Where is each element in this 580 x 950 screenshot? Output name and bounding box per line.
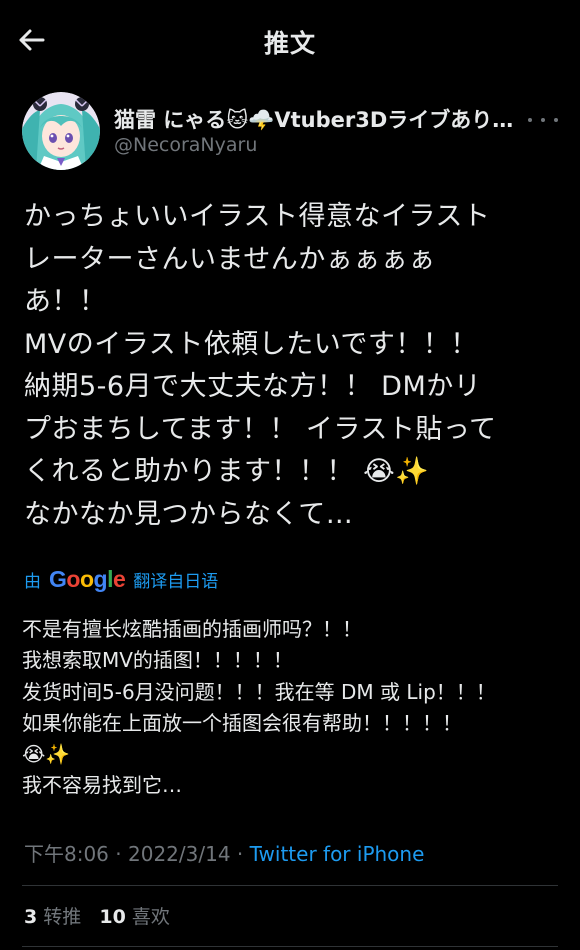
top-bar: 推文 [0,0,580,80]
page-title: 推文 [263,29,316,58]
meta-separator: · [236,842,244,866]
more-options-button[interactable] [528,110,558,130]
translated-line: 😭✨ [22,742,71,767]
translated-line: 如果你能在上面放一个插图会很有帮助！！！！！ [22,710,462,735]
retweets-stat[interactable]: 3 转推 [24,906,81,928]
tweet-line: なかなか見つからなくて… [24,498,354,530]
avatar-image [22,92,100,170]
translate-suffix: 翻译自日语 [133,572,219,592]
meta-separator: · [115,842,122,866]
translated-text: 不是有擅长炫酷插画的插画师吗？！！ 我想索取MV的插图！！！！！ 发货时间5-6… [22,614,562,802]
user-handle[interactable]: @NecoraNyaru [114,134,257,156]
display-name[interactable]: 猫雷 にゃる🐱🌩️Vtuber3Dライブあり… [114,104,526,134]
display-name-text: 猫雷 にゃる [114,108,227,132]
tweet-meta: 下午8:06 · 2022/3/14 · Twitter for iPhone [24,838,424,867]
google-letter: e [112,566,126,592]
translated-line: 发货时间5-6月没问题！！！我在等 DM 或 Lip！！！ [22,679,496,704]
tweet-line: MVのイラスト依頼したいです！！！ [24,328,478,360]
tweet-author: 猫雷 にゃる🐱🌩️Vtuber3Dライブあり… @NecoraNyaru [22,92,562,172]
google-letter: o [79,566,94,592]
divider [22,885,558,886]
tweet-stats: 3 转推 10 喜欢 [24,902,170,929]
google-letter: g [93,566,108,592]
retweets-label: 转推 [43,906,82,928]
google-logo: Google [49,566,126,593]
divider [22,946,558,947]
tweet-line: あ！！ [24,286,107,317]
tweet-line: プおまちしてます！！ イラスト貼って [24,413,497,445]
tweet-line: 納期5-6月で大丈夫な方！！ DMかリ [24,371,482,402]
likes-label: 喜欢 [131,906,170,928]
google-letter: G [49,566,67,592]
likes-count: 10 [99,906,126,928]
tweet-line: かっちょいいイラスト得意なイラスト [24,201,491,232]
avatar[interactable] [22,92,100,170]
translated-line: 不是有擅长炫酷插画的插画师吗？！！ [22,617,362,641]
tweet-line: レーターさんいませんかぁぁぁぁ [24,243,436,275]
tweet-text: かっちょいいイラスト得意なイラスト レーターさんいませんかぁぁぁぁ あ！！ MV… [24,196,559,536]
google-letter: o [66,566,80,592]
retweets-count: 3 [24,906,38,928]
likes-stat[interactable]: 10 喜欢 [99,906,170,928]
translate-prefix: 由 [24,572,41,592]
more-horizontal-icon [528,118,532,122]
cloud-lightning-emoji: 🌩️ [248,108,275,132]
translated-line: 我想索取MV的插图！！！！！ [22,648,293,673]
translated-by-google-link[interactable]: 由 Google 翻译自日语 [24,566,218,593]
tweet-date[interactable]: 2022/3/14 [128,842,231,866]
tweet-line: くれると助かります！！！ 😭✨ [24,456,430,487]
tweet-source-link[interactable]: Twitter for iPhone [250,842,425,866]
tweet-time[interactable]: 下午8:06 [24,842,109,866]
translated-line: 我不容易找到它… [22,773,182,798]
more-dot [541,118,545,122]
display-name-suffix: Vtuber3Dライブあり… [274,108,514,132]
cat-emoji: 🐱 [226,108,249,132]
more-dot [554,118,558,122]
